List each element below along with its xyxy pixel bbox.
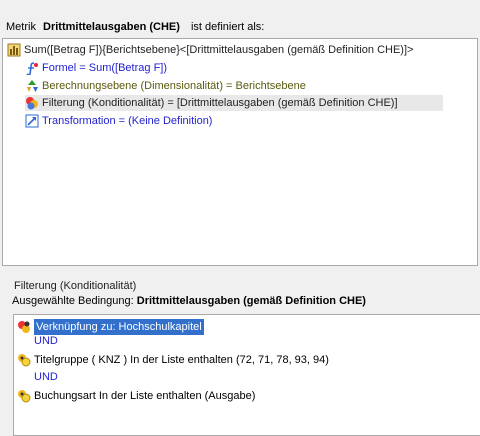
heading-suffix: ist definiert als: (190, 21, 265, 33)
condition-label: Titelgruppe ( KNZ ) In der Liste enthalt… (34, 354, 329, 366)
formula-label: Formel = Sum([Betrag F]) (42, 62, 168, 74)
tree-root-label: Sum([Betrag F]){Berichtsebene}<[Drittmit… (24, 44, 414, 56)
metric-name: Drittmittelausgaben (CHE) (43, 21, 180, 33)
definition-tree[interactable]: Sum([Betrag F]){Berichtsebene}<[Drittmit… (2, 38, 478, 266)
condition-prefix: Ausgewählte Bedingung: (12, 295, 134, 307)
condition-label: Verknüpfung zu: Hochschulkapitel (33, 318, 205, 336)
filter-panel-title: Filterung (Konditionalität) (14, 280, 137, 292)
connector-and: UND (34, 371, 58, 383)
relationship-filter-icon (18, 321, 30, 333)
filter-icon (26, 97, 38, 110)
condition-name: Drittmittelausgaben (gemäß Definition CH… (136, 295, 366, 307)
heading-prefix: Metrik (6, 21, 36, 33)
metric-definition-heading: Metrik Drittmittelausgaben (CHE) ist def… (6, 21, 264, 33)
header: Metrik Drittmittelausgaben (CHE) ist def… (0, 0, 480, 38)
formula-icon (26, 62, 38, 75)
attribute-qualification-icon (18, 354, 31, 367)
dimensionality-label: Berechnungsebene (Dimensionalität) = Ber… (42, 80, 306, 92)
condition-list[interactable]: Verknüpfung zu: Hochschulkapitel UND Tit… (13, 314, 480, 436)
tree-node-filter[interactable]: Filterung (Konditionalität) = [Drittmitt… (25, 95, 443, 111)
transformation-icon (25, 114, 39, 128)
metric-icon (7, 43, 21, 57)
filter-label: Filterung (Konditionalität) = [Drittmitt… (42, 97, 398, 109)
connector-and: UND (34, 335, 58, 347)
dimensionality-icon (27, 80, 38, 92)
selected-condition: Ausgewählte Bedingung: Drittmittelausgab… (12, 295, 366, 307)
transformation-label: Transformation = (Keine Definition) (42, 115, 213, 127)
attribute-qualification-icon (18, 390, 31, 403)
condition-label: Buchungsart In der Liste enthalten (Ausg… (34, 390, 256, 402)
